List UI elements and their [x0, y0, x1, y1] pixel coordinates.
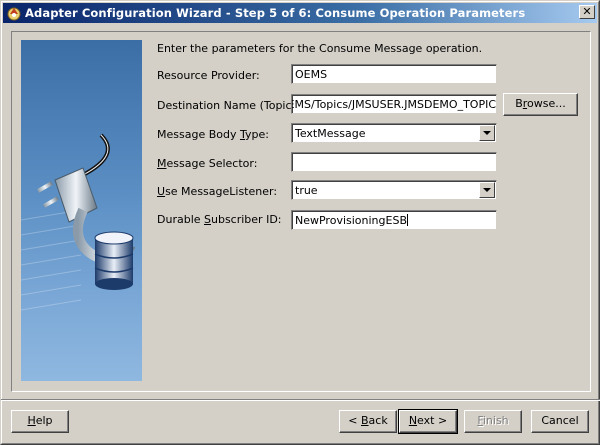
close-icon: ✕	[582, 5, 592, 18]
message-selector-input[interactable]	[291, 152, 497, 172]
durable-subscriber-id-label: Durable Subscriber ID:	[157, 213, 282, 226]
durable-subscriber-id-input[interactable]: NewProvisioningESB	[291, 210, 497, 230]
content-panel: Enter the parameters for the Consume Mes…	[11, 31, 591, 392]
finish-button[interactable]: Finish	[464, 410, 522, 433]
footer-separator	[1, 399, 600, 401]
browse-button[interactable]: Browse...	[503, 93, 578, 116]
cancel-button[interactable]: Cancel	[531, 410, 589, 433]
wizard-banner-image	[21, 40, 142, 381]
close-button[interactable]: ✕	[579, 5, 595, 19]
message-body-type-label: Message Body Type:	[157, 128, 269, 141]
text-caret	[407, 214, 408, 226]
chevron-down-icon[interactable]	[479, 125, 495, 141]
intro-text: Enter the parameters for the Consume Mes…	[157, 42, 483, 55]
plug-cable-icon	[21, 133, 136, 311]
use-message-listener-select[interactable]: true	[291, 180, 497, 200]
back-button[interactable]: < Back	[339, 410, 397, 433]
chevron-down-icon[interactable]	[479, 182, 495, 198]
destination-name-input[interactable]: OEMS/Topics/JMSUSER.JMSDEMO_TOPIC	[291, 94, 497, 114]
help-button[interactable]: Help	[11, 410, 69, 433]
use-message-listener-label: Use MessageListener:	[157, 185, 278, 198]
destination-name-label: Destination Name (Topic):	[157, 99, 300, 112]
next-button[interactable]: Next >	[398, 409, 458, 434]
resource-provider-label: Resource Provider:	[157, 69, 260, 82]
message-body-type-select[interactable]: TextMessage	[291, 123, 497, 143]
window-title: Adapter Configuration Wizard - Step 5 of…	[25, 6, 526, 20]
title-bar[interactable]: Adapter Configuration Wizard - Step 5 of…	[3, 3, 597, 23]
wizard-app-icon	[7, 7, 21, 21]
database-icon	[94, 231, 134, 290]
message-selector-label: Message Selector:	[157, 157, 258, 170]
resource-provider-input[interactable]: OEMS	[291, 64, 497, 84]
wizard-dialog: Adapter Configuration Wizard - Step 5 of…	[0, 0, 600, 445]
